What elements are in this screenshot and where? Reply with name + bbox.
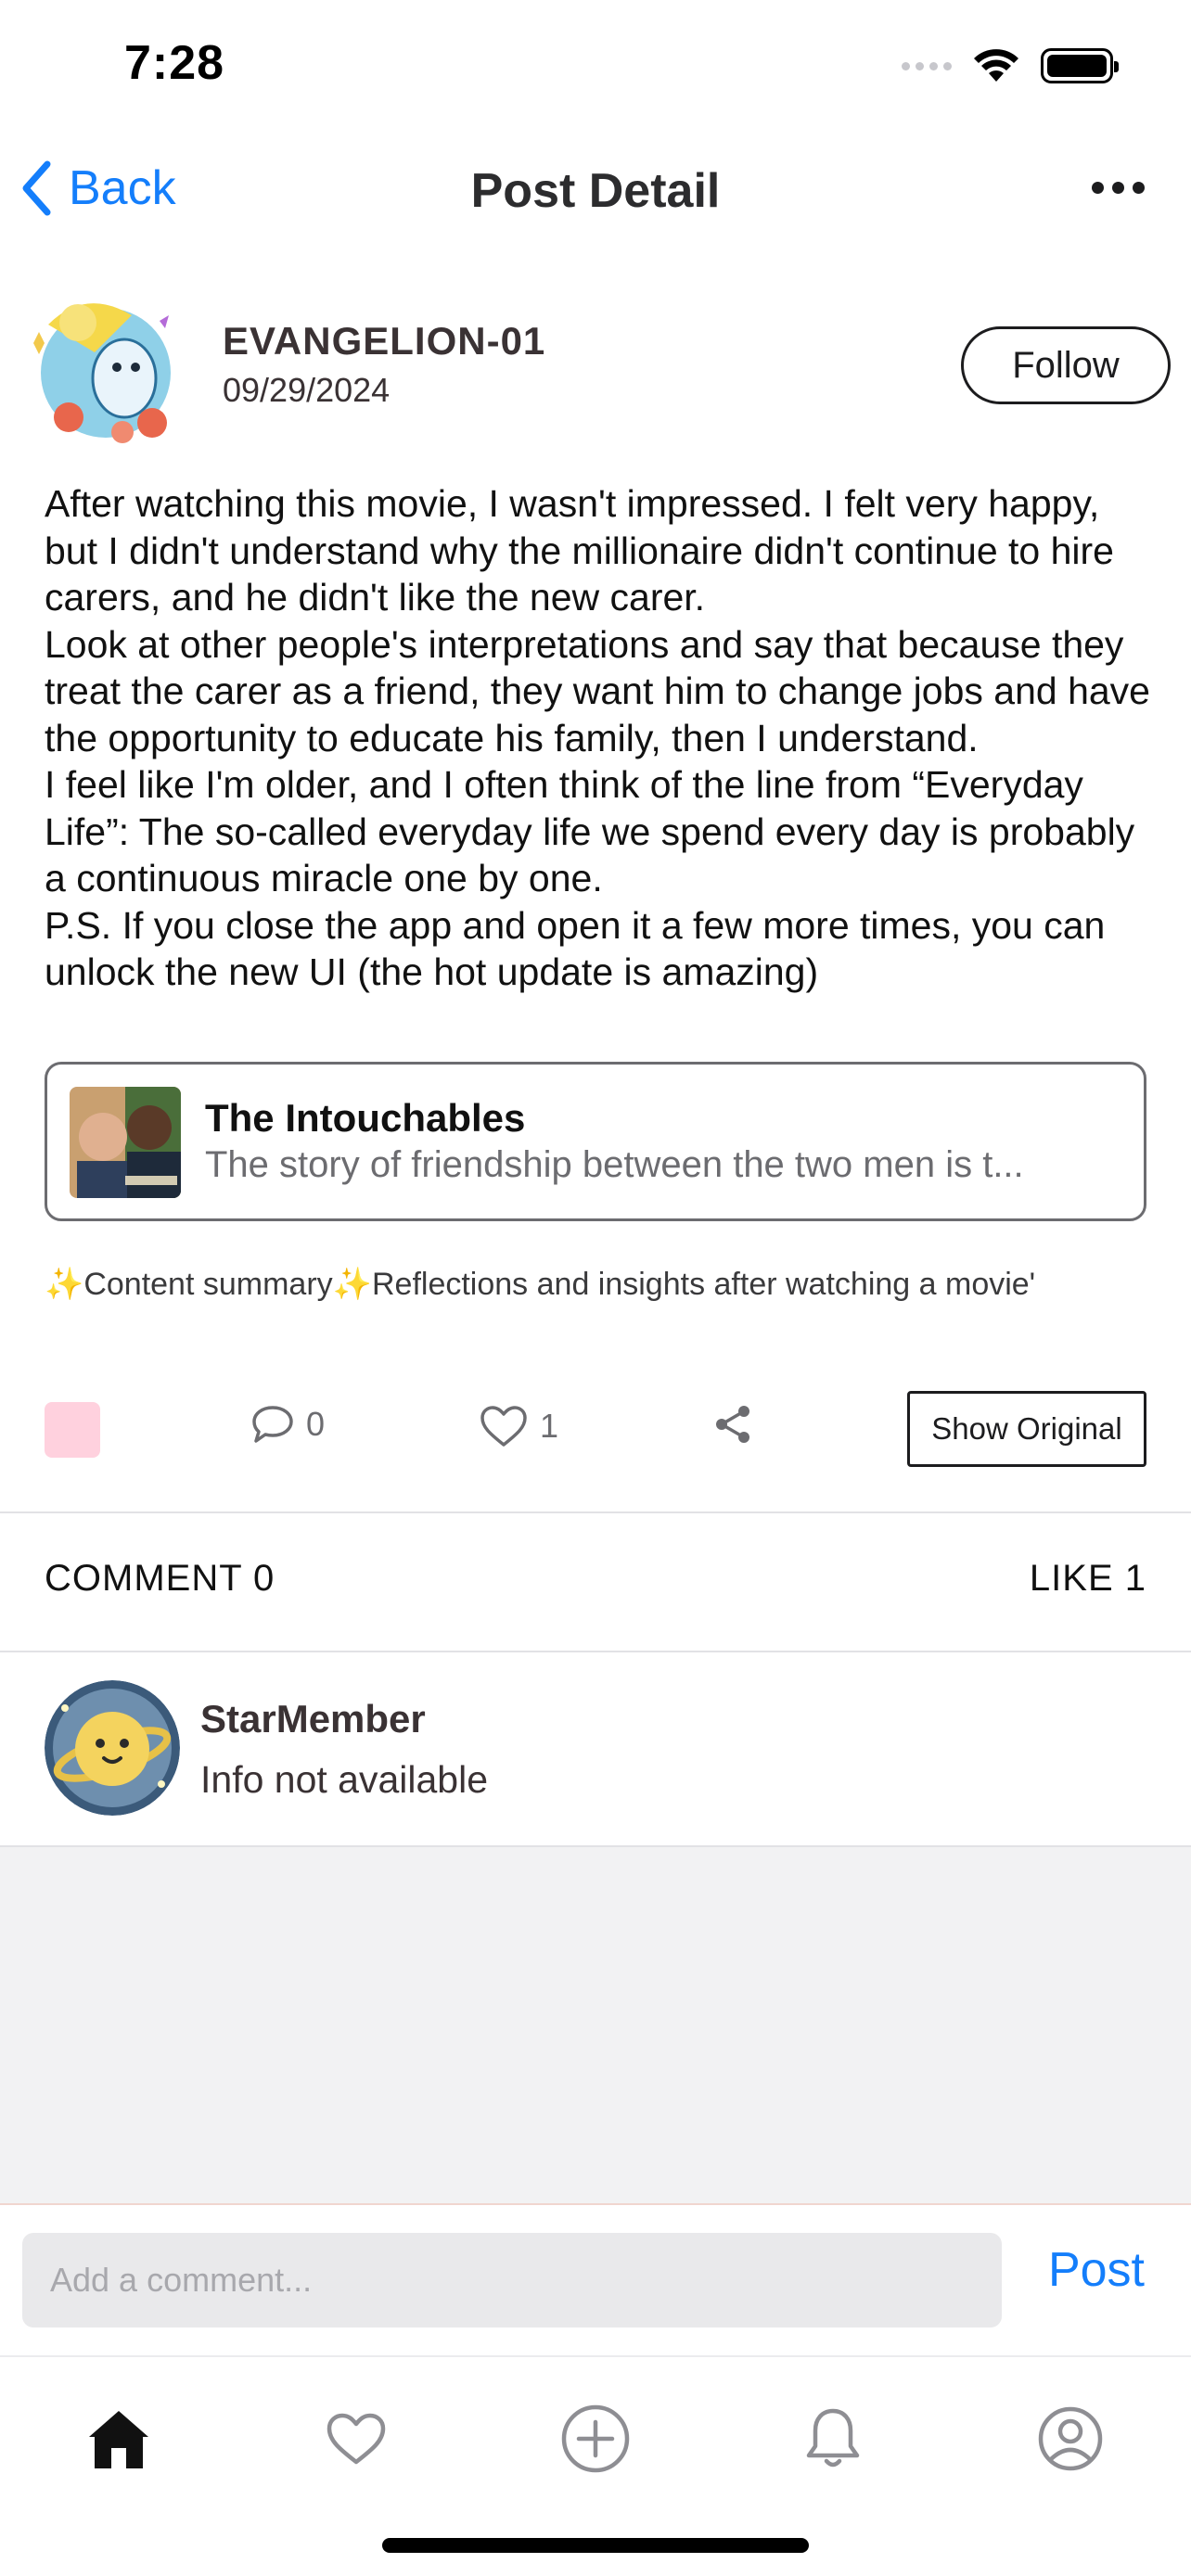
post-date: 09/29/2024 bbox=[223, 371, 391, 409]
status-time: 7:28 bbox=[124, 36, 225, 90]
author-name[interactable]: EVANGELION-01 bbox=[223, 319, 545, 363]
tab-profile[interactable] bbox=[1026, 2394, 1115, 2483]
content-summary: ✨Content summary✨Reflections and insight… bbox=[45, 1267, 1036, 1302]
battery-icon bbox=[1041, 48, 1119, 83]
post-actions: 0 1 Show Original bbox=[45, 1391, 1146, 1469]
post-comment-button[interactable]: Post bbox=[1048, 2242, 1145, 2298]
status-icons bbox=[902, 48, 1119, 83]
post-paragraph: P.S. If you close the app and open it a … bbox=[45, 903, 1106, 994]
tab-likes[interactable]: LIKE 1 bbox=[1030, 1558, 1146, 1600]
empty-area bbox=[0, 1845, 1191, 2203]
home-indicator bbox=[382, 2538, 809, 2553]
post-paragraph: Look at other people's interpretations a… bbox=[45, 622, 1150, 759]
show-original-button[interactable]: Show Original bbox=[907, 1391, 1146, 1467]
like-button[interactable]: 1 bbox=[479, 1404, 558, 1448]
navigation-bar: Back Post Detail bbox=[0, 139, 1191, 250]
tab-home[interactable] bbox=[74, 2394, 163, 2483]
cellular-signal-icon bbox=[902, 61, 952, 70]
tab-notifications[interactable] bbox=[788, 2394, 877, 2483]
movie-title: The Intouchables bbox=[205, 1096, 526, 1140]
tab-favorites[interactable] bbox=[312, 2394, 401, 2483]
movie-poster bbox=[70, 1087, 181, 1198]
movie-description: The story of friendship between the two … bbox=[205, 1144, 1024, 1185]
share-button[interactable] bbox=[712, 1404, 753, 1445]
follow-button[interactable]: Follow bbox=[961, 326, 1171, 404]
more-options-icon[interactable] bbox=[1092, 182, 1145, 194]
home-icon bbox=[89, 2411, 148, 2468]
liker-name: StarMember bbox=[200, 1697, 426, 1741]
post-paragraph: I feel like I'm older, and I often think… bbox=[45, 763, 1135, 899]
like-count: 1 bbox=[540, 1407, 559, 1445]
tab-create[interactable] bbox=[551, 2394, 640, 2483]
comment-input[interactable] bbox=[22, 2233, 1002, 2327]
heart-icon bbox=[327, 2413, 386, 2465]
movie-card[interactable]: The Intouchables The story of friendship… bbox=[45, 1062, 1146, 1221]
post-author: EVANGELION-01 09/29/2024 Follow bbox=[20, 287, 1171, 445]
tag-chip[interactable] bbox=[45, 1402, 100, 1458]
list-item[interactable]: StarMember Info not available bbox=[45, 1680, 1146, 1819]
page-title: Post Detail bbox=[470, 164, 721, 218]
comment-icon bbox=[252, 1406, 293, 1443]
share-icon bbox=[716, 1406, 749, 1443]
tab-comments[interactable]: COMMENT 0 bbox=[45, 1558, 275, 1600]
avatar[interactable] bbox=[45, 1680, 180, 1816]
post-paragraph: After watching this movie, I wasn't impr… bbox=[45, 482, 1114, 618]
liker-info: Info not available bbox=[200, 1758, 489, 1801]
comment-bar: Post bbox=[0, 2203, 1191, 2355]
divider bbox=[0, 1651, 1191, 1652]
comment-like-tabs: COMMENT 0 LIKE 1 bbox=[45, 1558, 1146, 1613]
comment-count: 0 bbox=[306, 1405, 326, 1443]
wifi-icon bbox=[974, 49, 1018, 82]
comment-button[interactable]: 0 bbox=[250, 1404, 325, 1445]
heart-icon bbox=[480, 1406, 527, 1447]
divider bbox=[0, 1511, 1191, 1513]
bell-icon bbox=[806, 2408, 860, 2468]
profile-icon bbox=[1038, 2406, 1103, 2471]
status-bar: 7:28 bbox=[0, 0, 1191, 130]
post-body: After watching this movie, I wasn't impr… bbox=[45, 480, 1158, 996]
author-avatar[interactable] bbox=[20, 287, 191, 445]
plus-circle-icon bbox=[561, 2404, 630, 2473]
